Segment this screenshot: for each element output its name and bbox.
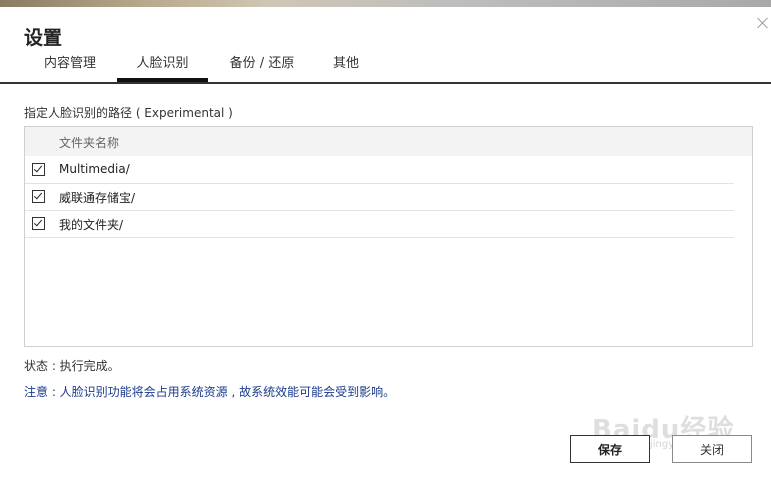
folder-row: 我的文件夹/: [25, 211, 734, 238]
folder-name: 我的文件夹/: [59, 218, 124, 232]
folder-name: 威联通存储宝/: [59, 191, 136, 205]
settings-dialog: 设置 内容管理 人脸识别 备份 / 还原 其他 指定人脸识别的路径 ( Expe…: [0, 7, 771, 483]
list-header: 文件夹名称: [25, 127, 752, 156]
notice-text: 注意 : 人脸识别功能将会占用系统资源 , 故系统效能可能会受到影响。: [24, 385, 396, 399]
tab-other[interactable]: 其他: [318, 53, 374, 80]
column-header-folder-name: 文件夹名称: [59, 136, 120, 150]
checkbox-checked-icon[interactable]: [32, 217, 45, 230]
close-icon[interactable]: [756, 16, 770, 30]
checkbox-checked-icon[interactable]: [32, 163, 45, 176]
tab-face-recognition[interactable]: 人脸识别: [117, 53, 208, 82]
folder-row: Multimedia/: [25, 157, 734, 184]
tab-content-management[interactable]: 内容管理: [28, 53, 112, 80]
tab-backup-restore[interactable]: 备份 / 还原: [218, 53, 306, 80]
status-text: 状态 : 执行完成。: [24, 359, 120, 373]
checkbox-checked-icon[interactable]: [32, 190, 45, 203]
folder-list: 文件夹名称 Multimedia/ 威联通存储宝/ 我的文件夹/: [24, 126, 753, 347]
background-strip: [0, 0, 771, 7]
folder-row: 威联通存储宝/: [25, 184, 734, 211]
folder-name: Multimedia/: [59, 162, 130, 176]
path-section-label: 指定人脸识别的路径 ( Experimental ): [24, 106, 233, 120]
close-button[interactable]: 关闭: [672, 435, 752, 463]
dialog-title: 设置: [24, 27, 63, 49]
save-button[interactable]: 保存: [570, 435, 650, 463]
tab-bar: 内容管理 人脸识别 备份 / 还原 其他: [0, 53, 771, 84]
